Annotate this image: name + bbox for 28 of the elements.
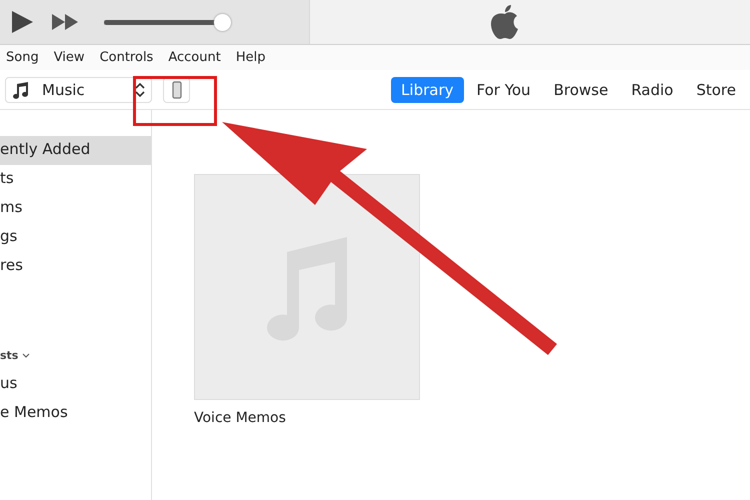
play-icon[interactable] [10,10,34,34]
chevron-down-icon[interactable] [22,352,30,358]
sidebar-item[interactable]: us [0,370,151,399]
media-dropdown[interactable]: Music [5,76,152,102]
album-artwork[interactable] [194,174,420,400]
sidebar-item[interactable]: gs [0,223,151,252]
up-down-chevron-icon [135,82,145,98]
music-note-icon [12,80,30,98]
fast-forward-icon[interactable] [52,14,78,30]
sidebar-item[interactable]: ms [0,194,151,223]
menu-item[interactable]: Controls [100,50,154,65]
sidebar-heading[interactable]: sts [0,349,18,362]
apple-logo-icon [490,4,520,40]
sidebar-item[interactable]: e Memos [0,399,151,428]
nav-tab[interactable]: Store [686,76,746,102]
album-title: Voice Memos [194,410,287,426]
phone-icon [172,80,182,98]
nav-tab[interactable]: For You [466,76,541,102]
nav-tab[interactable]: Radio [621,76,684,102]
menu-item[interactable]: Account [168,50,221,65]
sidebar-item[interactable]: ently Added [0,136,151,165]
menu-item[interactable]: Help [236,50,266,65]
sidebar-item[interactable]: ts [0,165,151,194]
nav-tab[interactable]: Library [391,76,464,102]
nav-tab[interactable]: Browse [544,76,618,102]
menu-item[interactable]: Song [6,50,39,65]
sidebar-item[interactable]: res [0,252,151,281]
menu-item[interactable]: View [54,50,85,65]
